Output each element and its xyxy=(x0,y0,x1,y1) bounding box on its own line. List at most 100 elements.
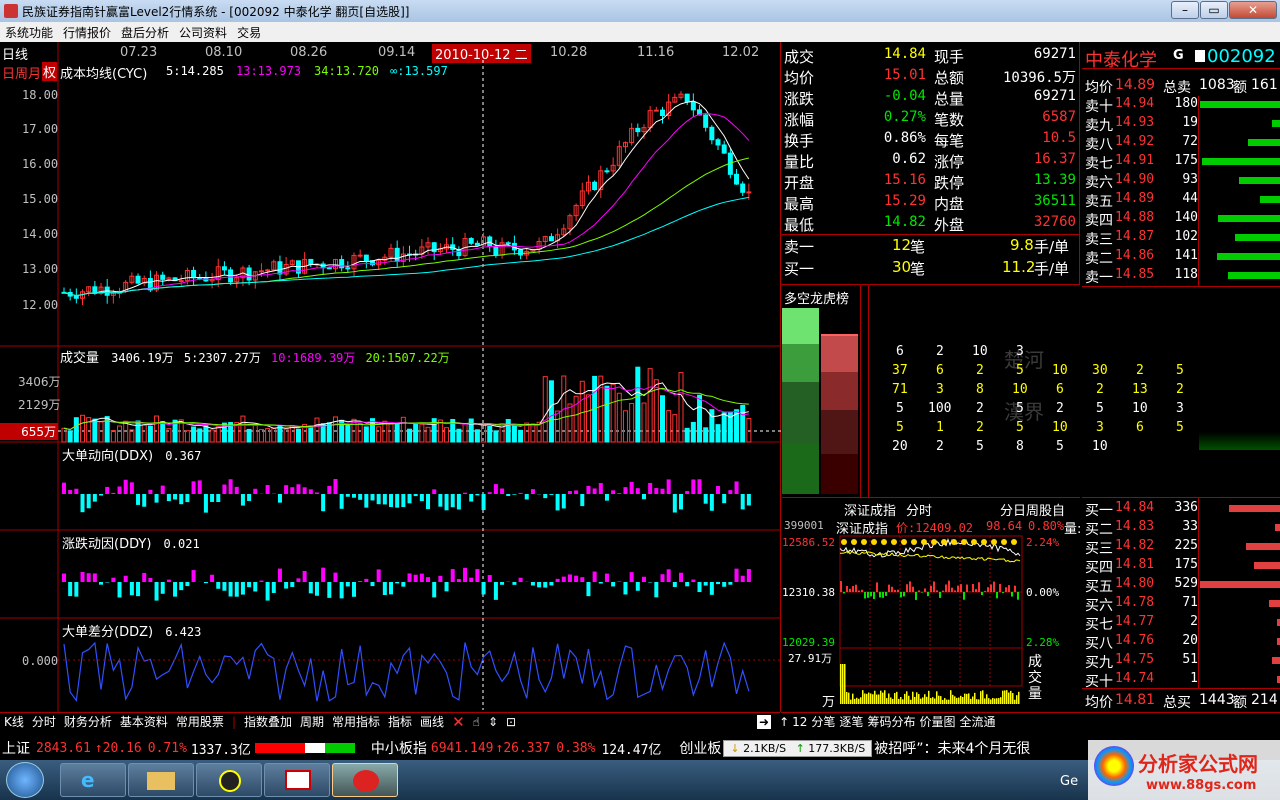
taskbar-ie[interactable]: e xyxy=(60,763,126,797)
move-icon[interactable]: ⇕ xyxy=(484,715,502,729)
indicator-bar xyxy=(746,569,751,582)
bids-row[interactable]: 买三 14.82 225 xyxy=(1085,538,1198,557)
maximize-button[interactable]: ▭ xyxy=(1200,1,1228,19)
tb-period[interactable]: 周期 xyxy=(296,713,328,730)
dragon-cell: 37 xyxy=(892,363,908,378)
note-icon[interactable] xyxy=(1195,50,1205,62)
volume-bar xyxy=(585,394,591,443)
asks-row[interactable]: 卖六 14.90 93 xyxy=(1085,172,1198,191)
dragon-cell: 6 xyxy=(936,363,944,378)
dragon-title[interactable]: 多空龙虎榜 xyxy=(784,288,849,307)
asks-row[interactable]: 卖九 14.93 19 xyxy=(1085,115,1198,134)
asks-row[interactable]: 卖三 14.87 102 xyxy=(1085,229,1198,248)
chart-area[interactable]: 日线 07.23 08.10 08.26 09.14 2010-10-12 二 … xyxy=(0,42,781,712)
indicator-bar xyxy=(444,494,449,511)
dragon-cell: 5 xyxy=(1096,401,1104,416)
tb-indicator[interactable]: 指标 xyxy=(384,713,416,730)
dragon-cell: 2 xyxy=(1056,401,1064,416)
brt-trades[interactable]: 逐笔 xyxy=(839,713,863,730)
dragon-cell: 6 xyxy=(1056,382,1064,397)
ticker-sh-pct: 0.71% xyxy=(147,740,187,756)
bids-row[interactable]: 买六 14.78 71 xyxy=(1085,595,1198,614)
bids-row[interactable]: 买八 14.76 20 xyxy=(1085,633,1198,652)
asks-row[interactable]: 卖七 14.91 175 xyxy=(1085,153,1198,172)
taskbar-explorer[interactable] xyxy=(128,763,194,797)
tb-intraday[interactable]: 分时 xyxy=(28,713,60,730)
index-flow-bar xyxy=(852,586,854,592)
stat-label: 总额 xyxy=(934,69,965,87)
menu-system[interactable]: 系统功能 xyxy=(0,24,58,41)
bids-row[interactable]: 买一 14.84 336 xyxy=(1085,500,1198,519)
taskbar-cards[interactable] xyxy=(264,763,330,797)
menu-quotes[interactable]: 行情报价 xyxy=(58,24,116,41)
bids-row[interactable]: 买九 14.75 51 xyxy=(1085,652,1198,671)
indicator-bar xyxy=(302,487,307,494)
indicator-bar xyxy=(74,582,79,597)
volume-bar xyxy=(400,416,406,443)
bids-vol: 225 xyxy=(1174,538,1198,553)
index-panel[interactable]: 深证成指 分时 分日周股自 399001 深证成指 价:12409.02 98.… xyxy=(782,498,1081,710)
brt-pricevol[interactable]: 价量图 xyxy=(919,713,955,730)
index-volume-bar xyxy=(968,693,970,704)
volume-bar xyxy=(332,416,338,443)
brt-float[interactable]: 全流通 xyxy=(959,713,995,730)
indicator-bar xyxy=(247,494,252,501)
minimize-button[interactable]: – xyxy=(1171,1,1199,19)
menu-trade[interactable]: 交易 xyxy=(232,24,266,41)
tb-draw[interactable]: 画线 xyxy=(416,713,448,730)
hand-icon[interactable]: ☝ xyxy=(469,715,484,729)
vol-value: 3406.19万 xyxy=(111,351,174,365)
delete-icon[interactable]: ✕ xyxy=(448,713,469,731)
tb-common-indicators[interactable]: 常用指标 xyxy=(328,713,384,730)
indicator-bar xyxy=(407,573,412,582)
bids-vol: 175 xyxy=(1174,557,1198,572)
volume-bar xyxy=(240,415,246,443)
tb-basic[interactable]: 基本资料 xyxy=(116,713,172,730)
index-volume-bar xyxy=(888,693,890,704)
bids-row[interactable]: 买七 14.77 2 xyxy=(1085,614,1198,633)
bids-row[interactable]: 买二 14.83 33 xyxy=(1085,519,1198,538)
index-volume-bar xyxy=(890,697,892,704)
index-signal-dot xyxy=(961,539,967,545)
menu-analysis[interactable]: 盘后分析 xyxy=(116,24,174,41)
asks-row[interactable]: 卖十 14.94 180 xyxy=(1085,96,1198,115)
index-volume-bar xyxy=(852,693,854,704)
chart-canvas[interactable] xyxy=(0,42,781,712)
tb-favorites[interactable]: 常用股票 xyxy=(172,713,228,730)
bids-label: 买四 xyxy=(1085,560,1113,576)
dragon-cell: 2 xyxy=(1176,382,1184,397)
dragon-cell: 10 xyxy=(1052,363,1068,378)
volume-bar xyxy=(209,429,215,443)
asks-row[interactable]: 卖八 14.92 72 xyxy=(1085,134,1198,153)
tb-finance[interactable]: 财务分析 xyxy=(60,713,116,730)
expand-icon[interactable]: ➜ xyxy=(757,714,772,729)
indicator-bar xyxy=(481,582,486,595)
brt-chips[interactable]: 筹码分布 xyxy=(867,713,915,730)
bids-row[interactable]: 买四 14.81 175 xyxy=(1085,557,1198,576)
indicator-bar xyxy=(123,479,128,494)
volume-bar xyxy=(740,404,746,443)
lock-icon[interactable]: ⊡ xyxy=(502,715,520,729)
stat-row: 换手 0.86% 每笔 10.5 xyxy=(784,130,1078,151)
asks-row[interactable]: 卖一 14.85 118 xyxy=(1085,267,1198,286)
asks-row[interactable]: 卖二 14.86 141 xyxy=(1085,248,1198,267)
ticker-news[interactable]: 被招呼”：未来4个月无很 xyxy=(874,738,1030,758)
bids-label: 买三 xyxy=(1085,541,1113,557)
indicator-bar xyxy=(314,582,319,596)
tb-overlay[interactable]: 指数叠加 xyxy=(240,713,296,730)
taskbar-qq[interactable] xyxy=(196,763,262,797)
bids-row[interactable]: 买五 14.80 529 xyxy=(1085,576,1198,595)
tb-kline[interactable]: K线 xyxy=(0,713,28,730)
asks-row[interactable]: 卖四 14.88 140 xyxy=(1085,210,1198,229)
menu-company[interactable]: 公司资料 xyxy=(174,24,232,41)
menu-bar: 系统功能 行情报价 盘后分析 公司资料 交易 xyxy=(0,22,1280,42)
indicator-bar xyxy=(530,489,535,494)
index-flow-bar xyxy=(921,592,923,593)
taskbar-stock-app[interactable] xyxy=(332,763,398,797)
brt-ticks[interactable]: 分笔 xyxy=(811,713,835,730)
start-button[interactable] xyxy=(6,762,44,798)
asks-row[interactable]: 卖五 14.89 44 xyxy=(1085,191,1198,210)
indicator-bar xyxy=(432,582,437,598)
indicator-bar xyxy=(123,575,128,582)
close-button[interactable]: ✕ xyxy=(1229,1,1277,19)
